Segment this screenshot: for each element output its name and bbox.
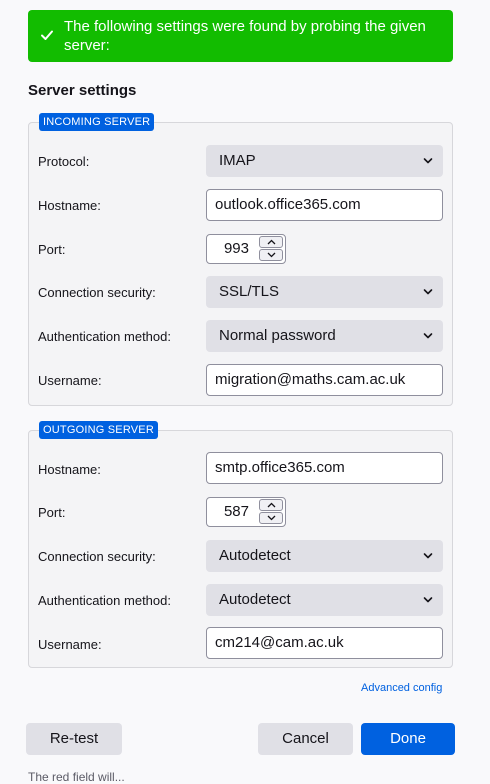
- incoming-auth-select[interactable]: Normal password: [206, 320, 443, 352]
- section-title: Server settings: [28, 82, 137, 99]
- chevron-up-icon: [267, 502, 276, 508]
- outgoing-port-label: Port:: [38, 505, 66, 520]
- outgoing-server-group: OUTGOING SERVER Hostname: smtp.office365…: [28, 421, 453, 668]
- chevron-down-icon: [267, 252, 276, 258]
- success-banner: The following settings were found by pro…: [28, 10, 453, 62]
- advanced-config-link[interactable]: Advanced config: [361, 682, 442, 694]
- outgoing-security-select[interactable]: Autodetect: [206, 540, 443, 572]
- outgoing-username-input[interactable]: cm214@cam.ac.uk: [206, 627, 443, 659]
- incoming-port-label: Port:: [38, 242, 66, 257]
- chevron-down-icon: [423, 597, 433, 603]
- check-icon: [41, 30, 53, 40]
- incoming-security-select[interactable]: SSL/TLS: [206, 276, 443, 308]
- footnote-text: The red field will...: [28, 770, 125, 784]
- outgoing-auth-label: Authentication method:: [38, 593, 171, 608]
- port-increment-button[interactable]: [259, 499, 283, 511]
- incoming-hostname-input[interactable]: outlook.office365.com: [206, 189, 443, 221]
- outgoing-auth-select[interactable]: Autodetect: [206, 584, 443, 616]
- chevron-up-icon: [267, 239, 276, 245]
- incoming-security-value: SSL/TLS: [219, 283, 280, 300]
- outgoing-port-stepper[interactable]: 587: [206, 497, 286, 527]
- done-button[interactable]: Done: [361, 723, 455, 755]
- port-decrement-button[interactable]: [259, 249, 283, 261]
- chevron-down-icon: [267, 515, 276, 521]
- incoming-port-value: 993: [223, 240, 249, 257]
- incoming-username-label: Username:: [38, 373, 102, 388]
- outgoing-security-label: Connection security:: [38, 549, 156, 564]
- chevron-down-icon: [423, 333, 433, 339]
- incoming-server-group: INCOMING SERVER Protocol: IMAP Hostname:…: [28, 113, 453, 406]
- chevron-down-icon: [423, 289, 433, 295]
- outgoing-hostname-input[interactable]: smtp.office365.com: [206, 452, 443, 484]
- outgoing-hostname-label: Hostname:: [38, 462, 101, 477]
- incoming-auth-label: Authentication method:: [38, 329, 171, 344]
- protocol-value: IMAP: [219, 152, 256, 169]
- outgoing-auth-value: Autodetect: [219, 591, 291, 608]
- incoming-username-input[interactable]: migration@maths.cam.ac.uk: [206, 364, 443, 396]
- incoming-security-label: Connection security:: [38, 285, 156, 300]
- chevron-down-icon: [423, 553, 433, 559]
- incoming-hostname-label: Hostname:: [38, 198, 101, 213]
- outgoing-username-label: Username:: [38, 637, 102, 652]
- incoming-port-stepper[interactable]: 993: [206, 234, 286, 264]
- port-increment-button[interactable]: [259, 236, 283, 248]
- incoming-server-legend: INCOMING SERVER: [39, 113, 155, 131]
- cancel-button[interactable]: Cancel: [258, 723, 353, 755]
- outgoing-server-legend: OUTGOING SERVER: [39, 421, 158, 439]
- banner-message: The following settings were found by pro…: [64, 18, 426, 54]
- chevron-down-icon: [423, 158, 433, 164]
- outgoing-port-value: 587: [223, 503, 249, 520]
- incoming-auth-value: Normal password: [219, 327, 336, 344]
- outgoing-security-value: Autodetect: [219, 547, 291, 564]
- retest-button[interactable]: Re-test: [26, 723, 122, 755]
- port-decrement-button[interactable]: [259, 512, 283, 524]
- protocol-select[interactable]: IMAP: [206, 145, 443, 177]
- protocol-label: Protocol:: [38, 154, 90, 169]
